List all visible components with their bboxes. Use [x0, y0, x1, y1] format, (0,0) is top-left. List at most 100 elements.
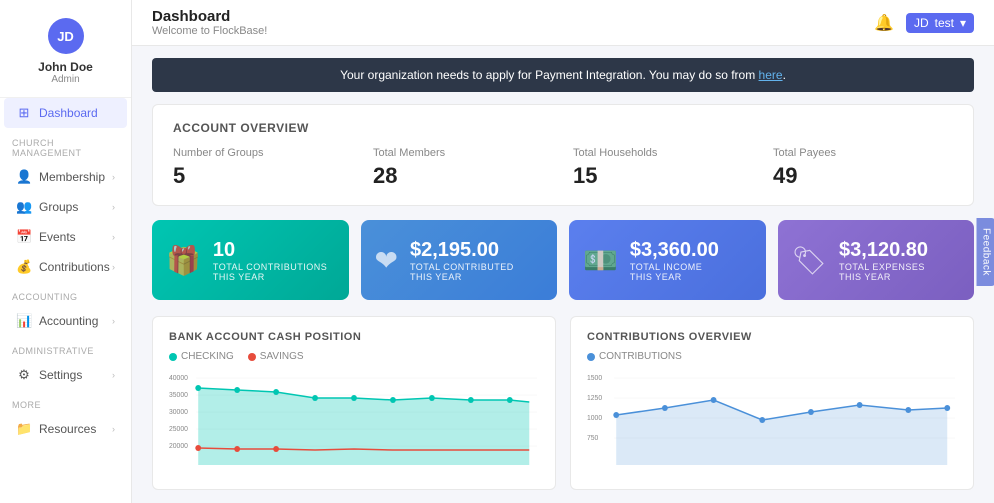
- sidebar: JD John Doe Admin ⊞ Dashboard CHURCH MAN…: [0, 0, 132, 503]
- stat-contributions-count-value: 10: [213, 239, 327, 262]
- bank-chart-card: BANK ACCOUNT CASH POSITION CHECKING SAVI…: [152, 316, 556, 490]
- sidebar-item-label: Resources: [39, 422, 96, 436]
- sidebar-role: Admin: [51, 74, 79, 85]
- sidebar-item-resources[interactable]: 📁 Resources ›: [4, 414, 127, 444]
- overview-payees: Total Payees 49: [773, 147, 953, 189]
- user-menu-chevron-icon: ▾: [960, 16, 966, 30]
- stat-expenses-label: TOTAL EXPENSESTHIS YEAR: [839, 262, 928, 282]
- account-overview-card: ACCOUNT OVERVIEW Number of Groups 5 Tota…: [152, 104, 974, 206]
- sidebar-section-church-management: CHURCH MANAGEMENT: [0, 128, 131, 162]
- sidebar-item-label: Groups: [39, 200, 78, 214]
- chevron-right-icon: ›: [112, 172, 115, 182]
- user-profile-area: JD John Doe Admin: [0, 0, 131, 98]
- svg-text:750: 750: [587, 435, 599, 442]
- sidebar-item-groups[interactable]: 👥 Groups ›: [4, 192, 127, 222]
- stat-card-expenses: 🏷 $3,120.80 TOTAL EXPENSESTHIS YEAR: [778, 220, 975, 300]
- bank-chart-title: BANK ACCOUNT CASH POSITION: [169, 331, 539, 343]
- topbar-right: 🔔 JD test ▾: [874, 13, 974, 33]
- sidebar-section-administrative: ADMINISTRATIVE: [0, 336, 131, 360]
- notification-icon[interactable]: 🔔: [874, 13, 894, 33]
- events-icon: 📅: [16, 229, 32, 245]
- overview-groups-label: Number of Groups: [173, 147, 353, 159]
- banner-link[interactable]: here: [759, 68, 783, 82]
- user-menu[interactable]: JD test ▾: [906, 13, 974, 33]
- chevron-right-icon: ›: [112, 424, 115, 434]
- overview-members: Total Members 28: [373, 147, 553, 189]
- bank-chart-legend: CHECKING SAVINGS: [169, 351, 539, 362]
- chevron-right-icon: ›: [112, 202, 115, 212]
- legend-checking-label: CHECKING: [181, 351, 234, 362]
- avatar: JD: [48, 18, 84, 54]
- legend-checking: CHECKING: [169, 351, 234, 362]
- stat-contributed-label: TOTAL CONTRIBUTEDTHIS YEAR: [410, 262, 514, 282]
- overview-groups: Number of Groups 5: [173, 147, 353, 189]
- contributions-chart-svg: 1500 1250 1000 750: [587, 370, 957, 470]
- overview-households-value: 15: [573, 163, 753, 189]
- user-badge-initials: JD: [914, 16, 929, 30]
- overview-payees-label: Total Payees: [773, 147, 953, 159]
- membership-icon: 👤: [16, 169, 32, 185]
- svg-text:1250: 1250: [587, 395, 602, 402]
- overview-groups-value: 5: [173, 163, 353, 189]
- chevron-right-icon: ›: [112, 316, 115, 326]
- stat-card-contributions-count: 🎁 10 TOTAL CONTRIBUTIONSTHIS YEAR: [152, 220, 349, 300]
- page-subtitle: Welcome to FlockBase!: [152, 25, 267, 37]
- account-overview-title: ACCOUNT OVERVIEW: [173, 121, 953, 135]
- sidebar-item-label: Settings: [39, 368, 82, 382]
- sidebar-item-contributions[interactable]: 💰 Contributions ›: [4, 252, 127, 282]
- charts-row: BANK ACCOUNT CASH POSITION CHECKING SAVI…: [152, 316, 974, 490]
- svg-text:1000: 1000: [587, 415, 602, 422]
- resources-icon: 📁: [16, 421, 32, 437]
- stat-card-income: 💵 $3,360.00 TOTAL INCOMETHIS YEAR: [569, 220, 766, 300]
- stat-card-contributed: ❤ $2,195.00 TOTAL CONTRIBUTEDTHIS YEAR: [361, 220, 558, 300]
- checking-legend-dot: [169, 353, 177, 361]
- sidebar-item-accounting[interactable]: 📊 Accounting ›: [4, 306, 127, 336]
- sidebar-item-label: Contributions: [39, 260, 110, 274]
- svg-text:30000: 30000: [169, 409, 188, 416]
- savings-legend-dot: [248, 353, 256, 361]
- svg-text:35000: 35000: [169, 392, 188, 399]
- accounting-icon: 📊: [16, 313, 32, 329]
- contributions-icon: 💰: [16, 259, 32, 275]
- legend-contributions: CONTRIBUTIONS: [587, 351, 682, 362]
- bank-chart-svg: 40000 35000 30000 25000 20000: [169, 370, 539, 470]
- sidebar-section-more: MORE: [0, 390, 131, 414]
- gift-icon: 🎁: [166, 244, 201, 277]
- dashboard-icon: ⊞: [16, 105, 32, 121]
- stat-income-label: TOTAL INCOMETHIS YEAR: [630, 262, 719, 282]
- stat-contributions-count-label: TOTAL CONTRIBUTIONSTHIS YEAR: [213, 262, 327, 282]
- user-badge-label: test: [935, 16, 954, 30]
- stat-income-value: $3,360.00: [630, 239, 719, 262]
- topbar: Dashboard Welcome to FlockBase! 🔔 JD tes…: [132, 0, 994, 46]
- svg-text:40000: 40000: [169, 375, 188, 382]
- sidebar-item-events[interactable]: 📅 Events ›: [4, 222, 127, 252]
- topbar-title-area: Dashboard Welcome to FlockBase!: [152, 8, 267, 37]
- sidebar-item-membership[interactable]: 👤 Membership ›: [4, 162, 127, 192]
- legend-savings-label: SAVINGS: [260, 351, 304, 362]
- chevron-right-icon: ›: [112, 232, 115, 242]
- page-title: Dashboard: [152, 8, 267, 25]
- feedback-tab[interactable]: Feedback: [977, 218, 994, 286]
- stat-contributed-value: $2,195.00: [410, 239, 514, 262]
- banner-text: Your organization needs to apply for Pay…: [340, 68, 758, 82]
- sidebar-item-settings[interactable]: ⚙ Settings ›: [4, 360, 127, 390]
- sidebar-item-label: Accounting: [39, 314, 98, 328]
- svg-text:1500: 1500: [587, 375, 602, 382]
- contributions-chart-legend: CONTRIBUTIONS: [587, 351, 957, 362]
- svg-text:20000: 20000: [169, 443, 188, 450]
- overview-grid: Number of Groups 5 Total Members 28 Tota…: [173, 147, 953, 189]
- sidebar-item-dashboard[interactable]: ⊞ Dashboard: [4, 98, 127, 128]
- overview-households: Total Households 15: [573, 147, 753, 189]
- contributions-chart-title: CONTRIBUTIONS OVERVIEW: [587, 331, 957, 343]
- svg-text:25000: 25000: [169, 426, 188, 433]
- groups-icon: 👥: [16, 199, 32, 215]
- overview-members-label: Total Members: [373, 147, 553, 159]
- heart-icon: ❤: [375, 244, 398, 277]
- overview-members-value: 28: [373, 163, 553, 189]
- contributions-legend-dot: [587, 353, 595, 361]
- sidebar-item-label: Events: [39, 230, 76, 244]
- income-icon: 💵: [583, 244, 618, 277]
- overview-payees-value: 49: [773, 163, 953, 189]
- stat-expenses-value: $3,120.80: [839, 239, 928, 262]
- sidebar-item-label: Membership: [39, 170, 105, 184]
